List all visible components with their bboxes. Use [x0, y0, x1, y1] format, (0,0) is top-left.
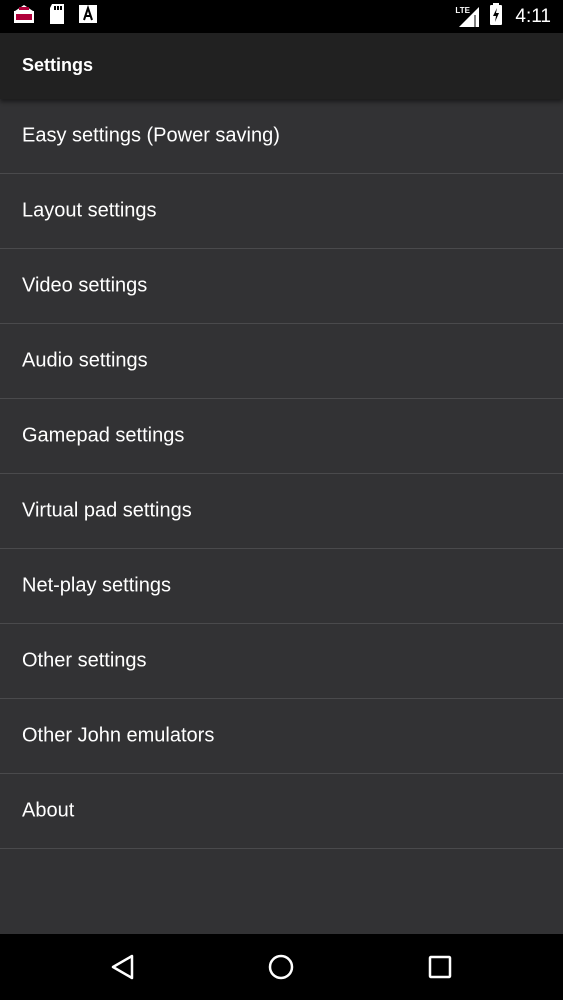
settings-item-gamepad[interactable]: Gamepad settings — [0, 399, 563, 474]
settings-item-easy[interactable]: Easy settings (Power saving) — [0, 99, 563, 174]
back-button[interactable] — [104, 948, 142, 986]
back-icon — [111, 954, 134, 980]
settings-item-net-play[interactable]: Net-play settings — [0, 549, 563, 624]
settings-item-label: Other settings — [22, 649, 147, 672]
navigation-bar — [0, 934, 563, 1000]
settings-item-label: Gamepad settings — [22, 424, 185, 447]
notification-icons — [12, 3, 98, 30]
app-toolbar: Settings — [0, 33, 563, 99]
lte-signal-icon: LTE — [455, 5, 481, 29]
settings-item-video[interactable]: Video settings — [0, 249, 563, 324]
settings-screen: LTE 4:11 Settings Easy settings (Power s… — [0, 0, 563, 1000]
settings-item-label: About — [22, 799, 75, 822]
recents-button[interactable] — [421, 948, 459, 986]
settings-item-label: Video settings — [22, 274, 148, 297]
status-bar: LTE 4:11 — [0, 0, 563, 33]
home-icon — [268, 954, 294, 980]
settings-item-label: Net-play settings — [22, 574, 171, 597]
settings-item-virtual-pad[interactable]: Virtual pad settings — [0, 474, 563, 549]
status-clock: 4:11 — [515, 5, 551, 27]
recents-icon — [428, 955, 452, 979]
settings-item-other[interactable]: Other settings — [0, 624, 563, 699]
settings-item-label: Layout settings — [22, 199, 157, 222]
settings-item-layout[interactable]: Layout settings — [0, 174, 563, 249]
system-icons: LTE 4:11 — [455, 0, 551, 33]
settings-item-label: Other John emulators — [22, 724, 215, 747]
page-title: Settings — [22, 55, 94, 75]
settings-item-audio[interactable]: Audio settings — [0, 324, 563, 399]
font-app-icon — [78, 4, 98, 29]
game-notification-icon — [12, 3, 36, 30]
settings-item-label: Easy settings (Power saving) — [22, 124, 280, 147]
settings-list: Easy settings (Power saving) Layout sett… — [0, 99, 563, 934]
settings-item-about[interactable]: About — [0, 774, 563, 849]
home-button[interactable] — [262, 948, 300, 986]
battery-charging-icon — [489, 2, 503, 31]
settings-item-other-emulators[interactable]: Other John emulators — [0, 699, 563, 774]
sd-card-icon — [48, 3, 66, 30]
settings-item-label: Virtual pad settings — [22, 499, 192, 522]
settings-item-label: Audio settings — [22, 349, 148, 372]
